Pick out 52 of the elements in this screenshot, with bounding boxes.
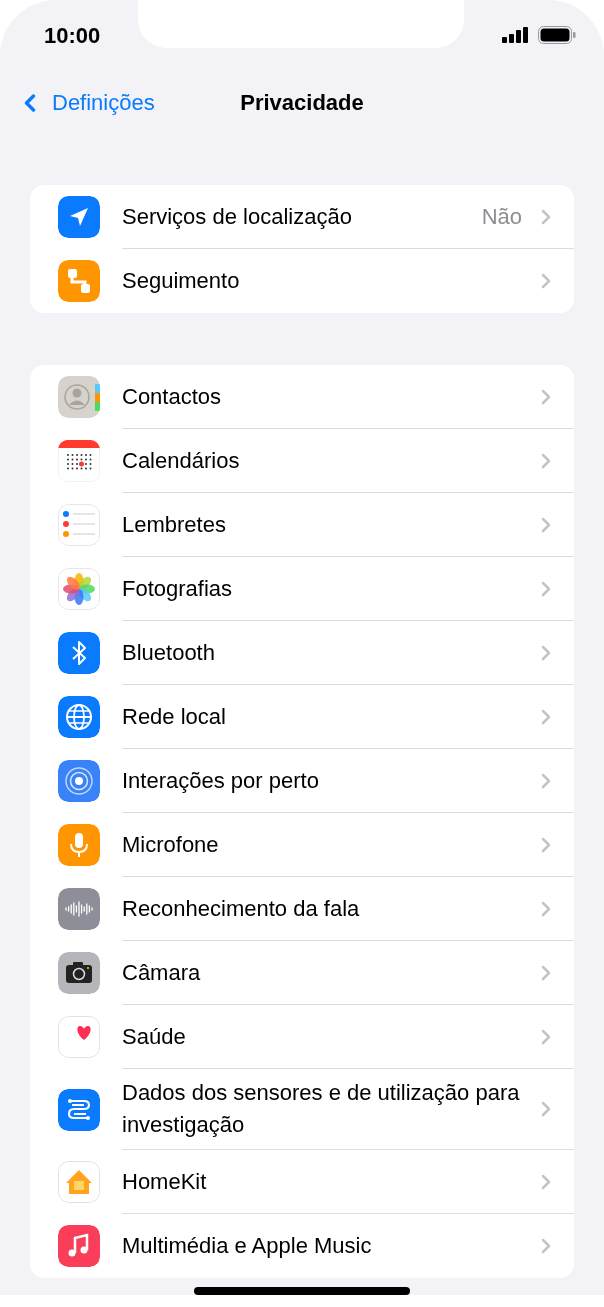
row-label: Multimédia e Apple Music [122,1232,373,1260]
tracking-icon [58,260,100,302]
music-note-icon [58,1225,100,1267]
settings-row[interactable]: Rede local [30,685,574,749]
settings-row[interactable]: Calendários [30,429,574,493]
battery-icon [538,26,576,44]
row-value: Não [481,203,522,231]
settings-row[interactable]: Interações por perto [30,749,574,813]
settings-row[interactable]: Serviços de localização Não [30,185,574,249]
settings-row[interactable]: Dados dos sensores e de utilização para investigação [30,1069,574,1150]
settings-row[interactable]: Multimédia e Apple Music [30,1214,574,1278]
settings-row[interactable]: Seguimento [30,249,574,313]
row-label: Dados dos sensores e de utilização para investigação [122,1079,521,1139]
camera-icon [58,952,100,994]
settings-row[interactable]: Câmara [30,941,574,1005]
row-label: Fotografias [122,574,234,603]
row-label: Rede local [122,702,227,731]
settings-row[interactable]: Microfone [30,813,574,877]
settings-row[interactable]: Lembretes [30,493,574,557]
row-label: Lembretes [122,510,227,539]
microphone-icon [58,824,100,866]
photos-flower-icon [58,568,100,610]
row-label: Interações por perto [122,766,320,795]
row-label: Saúde [122,1022,187,1051]
back-button[interactable]: Definições [16,86,155,119]
reminders-icon [58,504,100,546]
globe-icon [58,696,100,738]
settings-row[interactable]: Contactos [30,365,574,429]
row-label: Reconhecimento da fala [122,894,361,923]
nearby-rings-icon [58,760,100,802]
house-icon [58,1161,100,1203]
page-title: Privacidade [240,89,364,117]
waveform-icon [58,888,100,930]
settings-row[interactable]: Reconhecimento da fala [30,877,574,941]
bluetooth-icon [58,632,100,674]
row-label: Bluetooth [122,638,216,667]
row-label: Microfone [122,830,220,859]
signal-icon [502,27,530,43]
contacts-icon [58,376,100,418]
research-data-icon [58,1088,100,1131]
settings-row[interactable]: Fotografias [30,557,574,621]
settings-row[interactable]: Bluetooth [30,621,574,685]
row-label: Contactos [122,382,223,411]
row-label: Câmara [122,958,202,987]
settings-row[interactable]: Saúde [30,1005,574,1069]
row-label: Calendários [122,446,241,475]
status-time: 10:00 [44,21,101,50]
settings-row[interactable]: HomeKit [30,1150,574,1214]
row-label: HomeKit [122,1167,208,1196]
calendar-icon [58,440,100,482]
row-label: Serviços de localização [122,202,353,231]
row-label: Seguimento [122,267,241,295]
